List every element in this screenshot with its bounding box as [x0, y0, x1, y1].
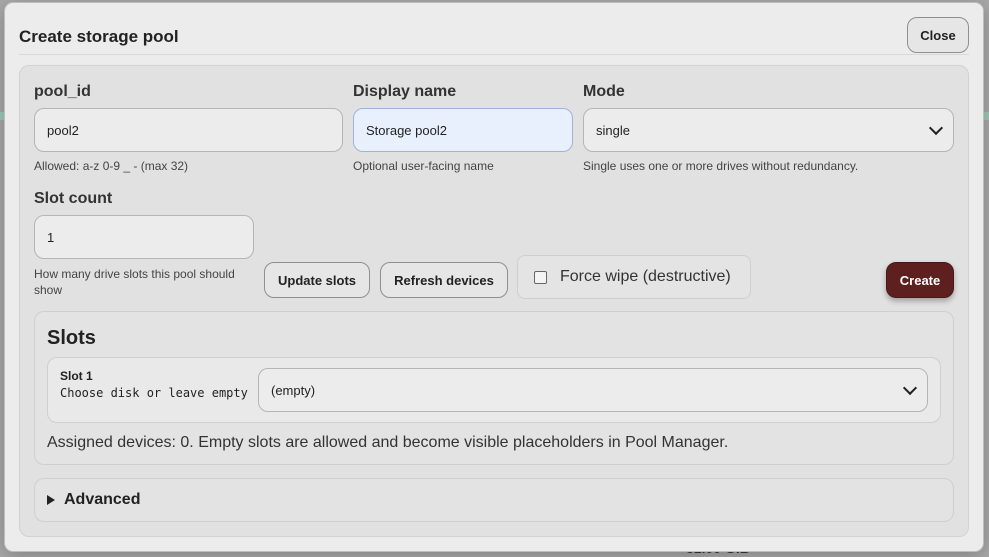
create-pool-dialog: Create storage pool Close pool_id Allowe…: [5, 3, 983, 551]
slot-count-hint: How many drive slots this pool should sh…: [34, 267, 235, 297]
mode-hint: Single uses one or more drives without r…: [583, 159, 859, 173]
disclosure-triangle-icon: [47, 495, 55, 505]
advanced-toggle[interactable]: Advanced: [34, 478, 954, 522]
chevron-down-icon: [902, 380, 918, 396]
display-name-input[interactable]: [353, 108, 573, 152]
title-divider: [19, 54, 969, 55]
force-wipe-checkbox[interactable]: [534, 270, 547, 284]
slot-disk-select[interactable]: (empty): [258, 368, 928, 412]
chevron-down-icon: [928, 120, 944, 136]
assigned-devices-text: Assigned devices: 0. Empty slots are all…: [47, 434, 729, 451]
update-slots-button[interactable]: Update slots: [264, 262, 370, 298]
close-button[interactable]: Close: [907, 17, 969, 53]
slot-disk-select-value: (empty): [271, 382, 316, 398]
pool-id-label: pool_id: [34, 83, 91, 100]
pool-id-hint: Allowed: a-z 0-9 _ - (max 32): [34, 159, 189, 173]
mode-select[interactable]: single: [583, 108, 954, 152]
display-name-label: Display name: [353, 83, 457, 100]
create-button[interactable]: Create: [886, 262, 954, 298]
slot-subtitle: Choose disk or leave empty: [60, 386, 248, 400]
slots-title: Slots: [47, 327, 96, 349]
advanced-label: Advanced: [64, 491, 141, 508]
force-wipe-toggle[interactable]: Force wipe (destructive): [517, 255, 751, 299]
slot-count-input[interactable]: [34, 215, 254, 259]
force-wipe-label: Force wipe (destructive): [560, 268, 731, 285]
slot-row: Slot 1 Choose disk or leave empty (empty…: [47, 357, 941, 423]
slot-name: Slot 1: [60, 369, 93, 383]
slot-count-label: Slot count: [34, 190, 113, 207]
mode-label: Mode: [583, 83, 625, 100]
display-name-hint: Optional user-facing name: [353, 159, 494, 173]
pool-id-input[interactable]: [34, 108, 343, 152]
refresh-devices-button[interactable]: Refresh devices: [380, 262, 508, 298]
mode-select-value: single: [596, 122, 630, 138]
dialog-title: Create storage pool: [19, 27, 179, 46]
slots-section: Slots Slot 1 Choose disk or leave empty …: [34, 311, 954, 465]
